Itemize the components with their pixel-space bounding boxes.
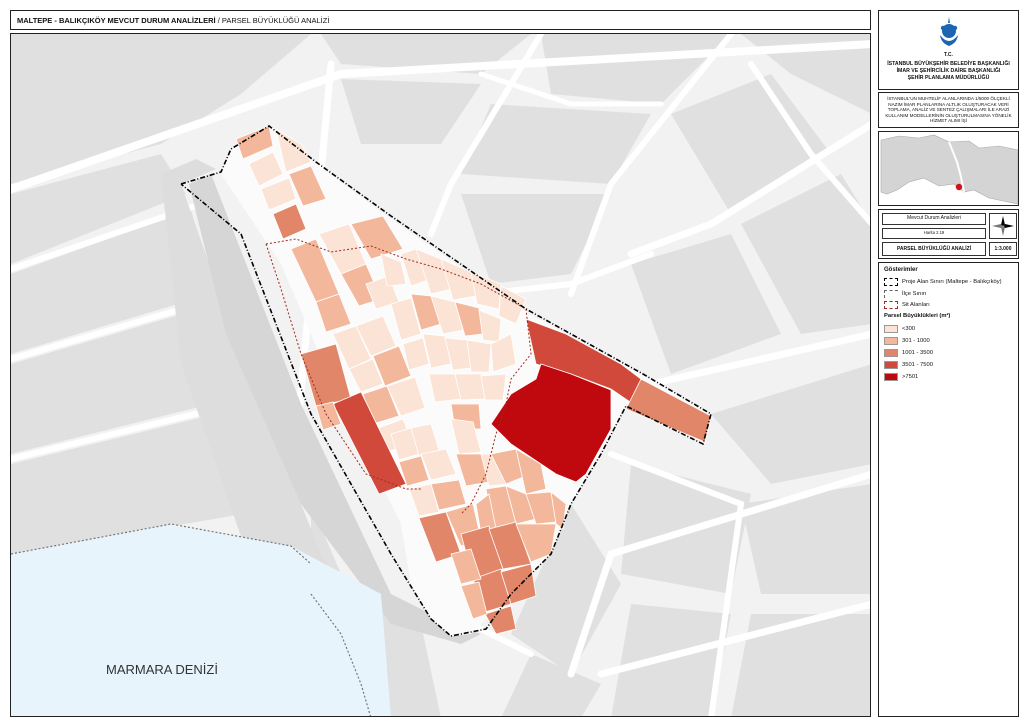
legend-item-parcel-class: 3501 - 7500 — [884, 360, 933, 370]
north-arrow-cell — [989, 213, 1017, 239]
legend-item-project-boundary: Proje Alan Sınırı (Maltepe - Balıkçıköy) — [884, 277, 1002, 287]
sit-area-symbol — [884, 301, 898, 309]
legend-panel: Gösterimler Proje Alan Sınırı (Maltepe -… — [878, 262, 1019, 717]
color-swatch — [884, 337, 898, 345]
map-subtitle: PARSEL BÜYÜKLÜĞÜ ANALİZİ — [882, 242, 986, 256]
map-title-bar: MALTEPE - BALIKÇIKÖY MEVCUT DURUM ANALİZ… — [10, 10, 871, 30]
project-boundary-symbol — [884, 278, 898, 286]
project-location-marker — [955, 183, 963, 191]
district-boundary-symbol — [884, 290, 898, 298]
title-sub: PARSEL BÜYÜKLÜĞÜ ANALİZİ — [221, 16, 330, 25]
legend-item-sit-area: Sit Alanları — [884, 300, 930, 310]
analysis-type: Mevcut Durum Analizleri — [882, 213, 986, 225]
map-scale: 1:3.000 — [989, 242, 1017, 256]
legend-label: 3501 - 7500 — [902, 362, 933, 368]
map-number: Harita 2.19 — [882, 228, 986, 239]
institution-line1: İSTANBUL BÜYÜKŞEHİR BELEDİYE BAŞKANLIĞI — [887, 61, 1010, 67]
color-swatch — [884, 373, 898, 381]
institution-panel: T.C. İSTANBUL BÜYÜKŞEHİR BELEDİYE BAŞKAN… — [878, 10, 1019, 90]
color-swatch — [884, 349, 898, 357]
institution-line3: ŞEHİR PLANLAMA MÜDÜRLÜĞÜ — [907, 75, 990, 81]
sea-label: MARMARA DENİZİ — [106, 662, 218, 677]
north-arrow-icon — [992, 216, 1014, 236]
institution-name: İSTANBUL BÜYÜKŞEHİR BELEDİYE BAŞKANLIĞI … — [881, 61, 1016, 82]
legend-label: 1001 - 3500 — [902, 350, 933, 356]
legend-item-district-boundary: İlçe Sınırı — [884, 289, 926, 299]
institution-tc: T.C. — [944, 52, 953, 58]
locator-map — [878, 131, 1019, 206]
legend-item-parcel-class: 301 - 1000 — [884, 336, 930, 346]
legend-item-parcel-class: <300 — [884, 324, 915, 334]
map-view[interactable]: MARMARA DENİZİ — [10, 33, 871, 717]
legend-item-parcel-class: 1001 - 3500 — [884, 348, 933, 358]
title-main: MALTEPE - BALIKÇIKÖY MEVCUT DURUM ANALİZ… — [17, 16, 216, 25]
legend-label: Proje Alan Sınırı (Maltepe - Balıkçıköy) — [902, 279, 1002, 285]
legend-heading: Gösterimler — [884, 267, 918, 273]
project-description: İSTANBUL'UN MUHTELİF ALANLARINDA 1/5000 … — [878, 92, 1019, 128]
map-info-panel: Mevcut Durum Analizleri Harita 2.19 PARS… — [878, 209, 1019, 259]
legend-label: İlçe Sınırı — [902, 291, 927, 297]
legend-label: Sit Alanları — [902, 302, 930, 308]
legend-item-parcel-class: >7501 — [884, 372, 918, 382]
legend-label: >7501 — [902, 374, 919, 380]
parcel-size-title: Parsel Büyüklükleri (m²) — [884, 313, 951, 319]
legend-label: <300 — [902, 326, 916, 332]
ibb-logo-icon — [940, 17, 958, 46]
institution-line2: İMAR VE ŞEHİRCİLİK DAİRE BAŞKANLIĞI — [896, 68, 1001, 74]
locator-canvas — [879, 132, 1018, 205]
map-canvas: MARMARA DENİZİ — [11, 34, 870, 716]
color-swatch — [884, 361, 898, 369]
legend-label: 301 - 1000 — [902, 338, 930, 344]
color-swatch — [884, 325, 898, 333]
